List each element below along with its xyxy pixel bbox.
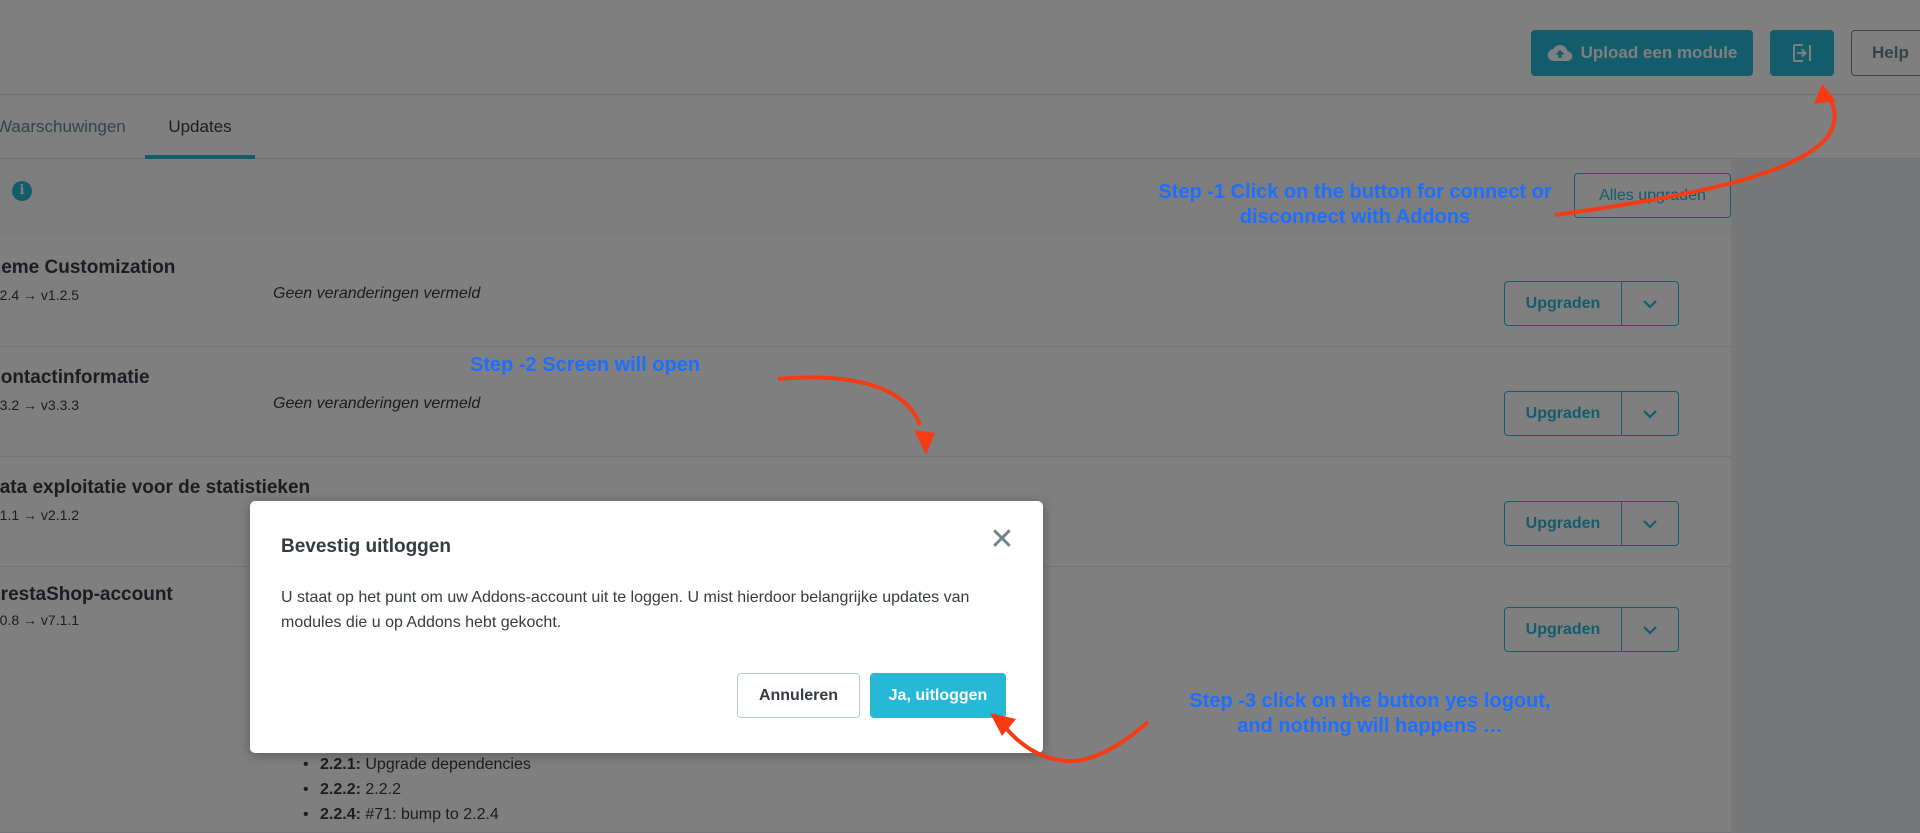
annotation-step-2: Step -2 Screen will open	[470, 354, 701, 376]
close-icon[interactable]: ✕	[989, 525, 1015, 555]
modal-message: U staat op het punt om uw Addons-account…	[281, 589, 970, 631]
modal-title: Bevestig uitloggen	[281, 536, 451, 557]
module-manager-page: Upload een module Help Waarschuwingen Up…	[0, 0, 1920, 833]
annotation-line: and nothing will happens …	[1237, 715, 1503, 737]
annotation-step-3: Step -3 click on the button yes logout, …	[1160, 689, 1580, 739]
annotation-line: disconnect with Addons	[1239, 206, 1471, 228]
annotation-line: Step -3 click on the button yes logout,	[1189, 690, 1551, 712]
confirm-logout-button[interactable]: Ja, uitloggen	[870, 673, 1006, 718]
logout-confirm-modal: Bevestig uitloggen ✕ U staat op het punt…	[250, 501, 1043, 753]
annotation-line: Step -1 Click on the button for connect …	[1158, 181, 1552, 203]
annotation-step-1: Step -1 Click on the button for connect …	[1140, 180, 1570, 230]
cancel-button[interactable]: Annuleren	[737, 673, 860, 718]
